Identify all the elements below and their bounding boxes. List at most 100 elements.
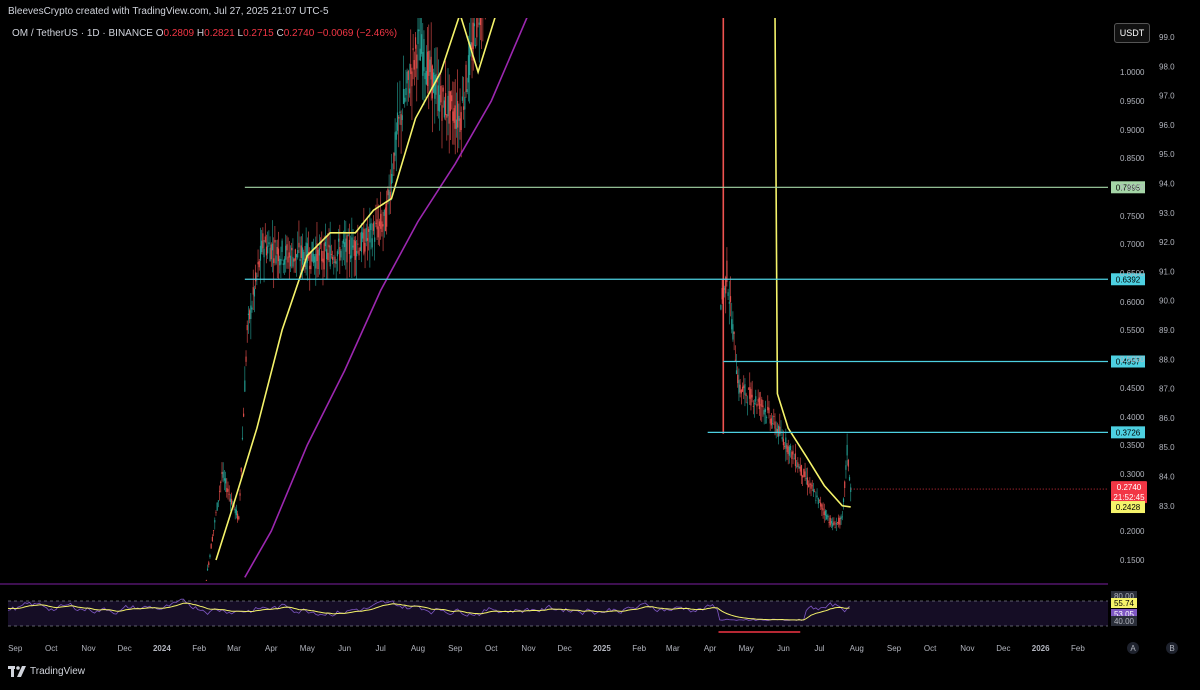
candle-body <box>772 423 773 424</box>
price-chart[interactable]: 0.79950.63920.49570.37261.00000.95000.90… <box>0 0 1200 685</box>
candle-body <box>399 111 400 113</box>
candle-body <box>257 262 258 264</box>
chart-area[interactable]: 0.79950.63920.49570.37261.00000.95000.90… <box>0 0 1200 685</box>
candle-body <box>226 488 227 492</box>
candle-body <box>343 239 344 243</box>
candle-body <box>363 229 364 254</box>
candle-body <box>338 239 339 242</box>
candle-body <box>211 544 212 549</box>
candle-body <box>265 236 266 241</box>
candle-body <box>720 305 721 309</box>
candle-body <box>768 408 769 413</box>
candle-body <box>844 482 845 488</box>
tradingview-brand[interactable]: TradingView <box>8 666 85 677</box>
candle-body <box>195 600 196 601</box>
candle-body <box>783 439 784 445</box>
candle-body <box>732 324 733 339</box>
candle-body <box>803 469 804 477</box>
candle-body <box>455 105 456 128</box>
candle-body <box>749 387 750 399</box>
candle-body <box>824 511 825 515</box>
close-value: 0.2740 <box>284 28 315 39</box>
high-value: 0.2821 <box>204 28 235 39</box>
candle-body <box>419 30 420 32</box>
candle-body <box>318 250 319 269</box>
candle-body <box>250 305 251 319</box>
candle-body <box>286 244 287 250</box>
open-label: O <box>156 28 164 39</box>
candle-body <box>336 261 337 264</box>
secondary-tick-label: 89.0 <box>1159 326 1175 335</box>
candle-body <box>752 395 753 398</box>
axis-b-label: B <box>1169 644 1174 653</box>
candle-body <box>342 246 343 247</box>
candle-body <box>337 251 338 256</box>
candle-body <box>423 39 424 71</box>
candle-body <box>421 34 422 54</box>
candle-body <box>784 446 785 447</box>
candle-body <box>298 243 299 248</box>
candle-body <box>331 254 332 255</box>
candle-body <box>795 453 796 466</box>
candle-body <box>428 51 429 76</box>
candle-body <box>268 242 269 244</box>
candle-body <box>417 29 418 44</box>
candle-body <box>314 256 315 262</box>
candle-body <box>411 71 412 86</box>
symbol-legend[interactable]: OM / TetherUS · 1D · BINANCE O0.2809 H0.… <box>12 28 397 39</box>
currency-button[interactable]: USDT <box>1114 23 1150 43</box>
candle-body <box>333 262 334 263</box>
price-tick-label: 0.1500 <box>1120 556 1145 565</box>
candle-body <box>456 120 457 129</box>
candle-body <box>843 499 844 502</box>
candle-body <box>435 74 436 95</box>
symbol-pair[interactable]: OM / TetherUS · 1D · BINANCE <box>12 28 153 39</box>
candle-body <box>758 399 759 402</box>
tradingview-logo-icon <box>8 666 26 677</box>
candle-body <box>767 407 768 410</box>
time-tick-label: 2025 <box>593 644 611 653</box>
candle-body <box>340 251 341 258</box>
candle-body <box>387 189 388 195</box>
candle-body <box>272 244 273 251</box>
candle-body <box>773 416 774 417</box>
candle-body <box>806 478 807 479</box>
axis-a-label: A <box>1130 644 1136 653</box>
candle-body <box>473 23 474 49</box>
candle-body <box>446 114 447 117</box>
candle-body <box>241 468 242 472</box>
candle-body <box>205 585 206 586</box>
candle-body <box>432 66 433 99</box>
candle-body <box>354 240 355 256</box>
time-tick-label: Nov <box>521 644 535 653</box>
candle-body <box>247 325 248 330</box>
open-value: 0.2809 <box>164 28 195 39</box>
candle-body <box>239 493 240 496</box>
candle-body <box>729 302 730 304</box>
candle-body <box>791 452 792 459</box>
price-tick-label: 0.5000 <box>1120 355 1145 364</box>
candle-body <box>332 257 333 260</box>
candle-body <box>230 499 231 502</box>
ma-line-2 <box>245 14 529 577</box>
candle-body <box>289 252 290 257</box>
candle-body <box>296 254 297 257</box>
candle-body <box>839 518 840 525</box>
candle-body <box>728 292 729 296</box>
candle-body <box>422 52 423 76</box>
candle-body <box>832 523 833 526</box>
price-tick-label: 0.9500 <box>1120 97 1145 106</box>
candle-body <box>273 258 274 263</box>
candle-body <box>820 503 821 507</box>
time-tick-label: Sep <box>448 644 463 653</box>
time-tick-label: Dec <box>996 644 1010 653</box>
time-tick-label: Sep <box>8 644 23 653</box>
candle-body <box>813 489 814 491</box>
candle-body <box>249 310 250 319</box>
candle-body <box>474 23 475 26</box>
candle-body <box>200 597 201 598</box>
price-tick-label: 0.8000 <box>1120 183 1145 192</box>
candle-body <box>441 105 442 121</box>
candle-body <box>209 555 210 557</box>
candle-body <box>443 88 444 92</box>
